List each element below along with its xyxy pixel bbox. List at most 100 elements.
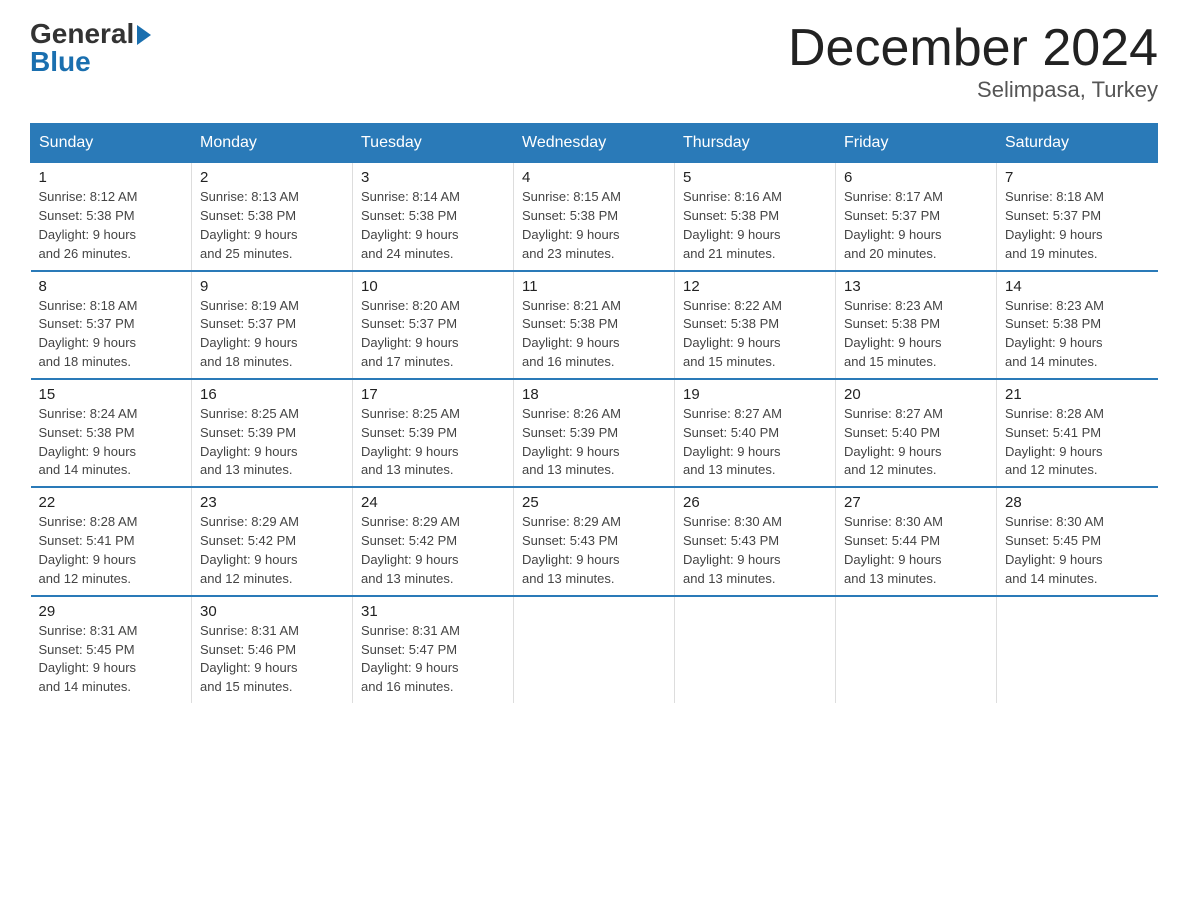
table-row: 2 Sunrise: 8:13 AM Sunset: 5:38 PM Dayli… — [192, 163, 353, 271]
page-header: General Blue December 2024 Selimpasa, Tu… — [30, 20, 1158, 103]
day-info: Sunrise: 8:12 AM Sunset: 5:38 PM Dayligh… — [39, 188, 184, 263]
table-row: 5 Sunrise: 8:16 AM Sunset: 5:38 PM Dayli… — [675, 163, 836, 271]
day-number: 10 — [361, 278, 505, 295]
day-number: 13 — [844, 278, 988, 295]
day-number: 31 — [361, 603, 505, 620]
table-row — [997, 596, 1158, 703]
title-block: December 2024 Selimpasa, Turkey — [788, 20, 1158, 103]
day-info: Sunrise: 8:28 AM Sunset: 5:41 PM Dayligh… — [1005, 405, 1150, 480]
day-info: Sunrise: 8:27 AM Sunset: 5:40 PM Dayligh… — [683, 405, 827, 480]
day-number: 21 — [1005, 386, 1150, 403]
calendar-subtitle: Selimpasa, Turkey — [788, 77, 1158, 103]
day-info: Sunrise: 8:18 AM Sunset: 5:37 PM Dayligh… — [39, 297, 184, 372]
day-info: Sunrise: 8:30 AM Sunset: 5:44 PM Dayligh… — [844, 513, 988, 588]
table-row: 8 Sunrise: 8:18 AM Sunset: 5:37 PM Dayli… — [31, 271, 192, 379]
table-row: 19 Sunrise: 8:27 AM Sunset: 5:40 PM Dayl… — [675, 379, 836, 487]
table-row: 17 Sunrise: 8:25 AM Sunset: 5:39 PM Dayl… — [353, 379, 514, 487]
day-info: Sunrise: 8:31 AM Sunset: 5:46 PM Dayligh… — [200, 622, 344, 697]
day-number: 11 — [522, 278, 666, 295]
day-info: Sunrise: 8:23 AM Sunset: 5:38 PM Dayligh… — [1005, 297, 1150, 372]
table-row: 12 Sunrise: 8:22 AM Sunset: 5:38 PM Dayl… — [675, 271, 836, 379]
day-info: Sunrise: 8:29 AM Sunset: 5:43 PM Dayligh… — [522, 513, 666, 588]
header-friday: Friday — [836, 124, 997, 163]
day-number: 24 — [361, 494, 505, 511]
day-info: Sunrise: 8:15 AM Sunset: 5:38 PM Dayligh… — [522, 188, 666, 263]
table-row: 11 Sunrise: 8:21 AM Sunset: 5:38 PM Dayl… — [514, 271, 675, 379]
day-number: 14 — [1005, 278, 1150, 295]
table-row: 6 Sunrise: 8:17 AM Sunset: 5:37 PM Dayli… — [836, 163, 997, 271]
day-number: 23 — [200, 494, 344, 511]
day-info: Sunrise: 8:30 AM Sunset: 5:45 PM Dayligh… — [1005, 513, 1150, 588]
day-info: Sunrise: 8:23 AM Sunset: 5:38 PM Dayligh… — [844, 297, 988, 372]
table-row: 29 Sunrise: 8:31 AM Sunset: 5:45 PM Dayl… — [31, 596, 192, 703]
day-info: Sunrise: 8:30 AM Sunset: 5:43 PM Dayligh… — [683, 513, 827, 588]
day-info: Sunrise: 8:31 AM Sunset: 5:45 PM Dayligh… — [39, 622, 184, 697]
day-info: Sunrise: 8:19 AM Sunset: 5:37 PM Dayligh… — [200, 297, 344, 372]
calendar-title: December 2024 — [788, 20, 1158, 77]
day-info: Sunrise: 8:29 AM Sunset: 5:42 PM Dayligh… — [200, 513, 344, 588]
calendar-week-row: 29 Sunrise: 8:31 AM Sunset: 5:45 PM Dayl… — [31, 596, 1158, 703]
day-number: 12 — [683, 278, 827, 295]
day-info: Sunrise: 8:27 AM Sunset: 5:40 PM Dayligh… — [844, 405, 988, 480]
header-thursday: Thursday — [675, 124, 836, 163]
calendar-week-row: 22 Sunrise: 8:28 AM Sunset: 5:41 PM Dayl… — [31, 487, 1158, 595]
day-number: 29 — [39, 603, 184, 620]
table-row: 18 Sunrise: 8:26 AM Sunset: 5:39 PM Dayl… — [514, 379, 675, 487]
day-number: 1 — [39, 169, 184, 186]
day-info: Sunrise: 8:25 AM Sunset: 5:39 PM Dayligh… — [200, 405, 344, 480]
table-row: 14 Sunrise: 8:23 AM Sunset: 5:38 PM Dayl… — [997, 271, 1158, 379]
calendar-week-row: 1 Sunrise: 8:12 AM Sunset: 5:38 PM Dayli… — [31, 163, 1158, 271]
table-row — [675, 596, 836, 703]
day-info: Sunrise: 8:13 AM Sunset: 5:38 PM Dayligh… — [200, 188, 344, 263]
day-number: 22 — [39, 494, 184, 511]
table-row: 7 Sunrise: 8:18 AM Sunset: 5:37 PM Dayli… — [997, 163, 1158, 271]
calendar-week-row: 15 Sunrise: 8:24 AM Sunset: 5:38 PM Dayl… — [31, 379, 1158, 487]
table-row: 16 Sunrise: 8:25 AM Sunset: 5:39 PM Dayl… — [192, 379, 353, 487]
day-info: Sunrise: 8:29 AM Sunset: 5:42 PM Dayligh… — [361, 513, 505, 588]
table-row: 25 Sunrise: 8:29 AM Sunset: 5:43 PM Dayl… — [514, 487, 675, 595]
day-number: 4 — [522, 169, 666, 186]
day-info: Sunrise: 8:18 AM Sunset: 5:37 PM Dayligh… — [1005, 188, 1150, 263]
day-number: 9 — [200, 278, 344, 295]
day-number: 26 — [683, 494, 827, 511]
header-wednesday: Wednesday — [514, 124, 675, 163]
day-info: Sunrise: 8:31 AM Sunset: 5:47 PM Dayligh… — [361, 622, 505, 697]
table-row: 31 Sunrise: 8:31 AM Sunset: 5:47 PM Dayl… — [353, 596, 514, 703]
table-row: 4 Sunrise: 8:15 AM Sunset: 5:38 PM Dayli… — [514, 163, 675, 271]
day-info: Sunrise: 8:22 AM Sunset: 5:38 PM Dayligh… — [683, 297, 827, 372]
day-number: 8 — [39, 278, 184, 295]
calendar-table: Sunday Monday Tuesday Wednesday Thursday… — [30, 123, 1158, 703]
header-sunday: Sunday — [31, 124, 192, 163]
day-number: 16 — [200, 386, 344, 403]
day-number: 20 — [844, 386, 988, 403]
header-tuesday: Tuesday — [353, 124, 514, 163]
calendar-week-row: 8 Sunrise: 8:18 AM Sunset: 5:37 PM Dayli… — [31, 271, 1158, 379]
day-info: Sunrise: 8:25 AM Sunset: 5:39 PM Dayligh… — [361, 405, 505, 480]
day-info: Sunrise: 8:14 AM Sunset: 5:38 PM Dayligh… — [361, 188, 505, 263]
table-row: 28 Sunrise: 8:30 AM Sunset: 5:45 PM Dayl… — [997, 487, 1158, 595]
day-info: Sunrise: 8:16 AM Sunset: 5:38 PM Dayligh… — [683, 188, 827, 263]
table-row: 15 Sunrise: 8:24 AM Sunset: 5:38 PM Dayl… — [31, 379, 192, 487]
day-info: Sunrise: 8:21 AM Sunset: 5:38 PM Dayligh… — [522, 297, 666, 372]
day-number: 15 — [39, 386, 184, 403]
table-row: 26 Sunrise: 8:30 AM Sunset: 5:43 PM Dayl… — [675, 487, 836, 595]
day-number: 6 — [844, 169, 988, 186]
calendar-header-row: Sunday Monday Tuesday Wednesday Thursday… — [31, 124, 1158, 163]
table-row — [836, 596, 997, 703]
day-number: 3 — [361, 169, 505, 186]
day-number: 2 — [200, 169, 344, 186]
day-number: 30 — [200, 603, 344, 620]
day-number: 19 — [683, 386, 827, 403]
day-info: Sunrise: 8:24 AM Sunset: 5:38 PM Dayligh… — [39, 405, 184, 480]
day-info: Sunrise: 8:28 AM Sunset: 5:41 PM Dayligh… — [39, 513, 184, 588]
day-number: 7 — [1005, 169, 1150, 186]
day-number: 27 — [844, 494, 988, 511]
table-row: 9 Sunrise: 8:19 AM Sunset: 5:37 PM Dayli… — [192, 271, 353, 379]
day-number: 25 — [522, 494, 666, 511]
day-info: Sunrise: 8:20 AM Sunset: 5:37 PM Dayligh… — [361, 297, 505, 372]
table-row: 10 Sunrise: 8:20 AM Sunset: 5:37 PM Dayl… — [353, 271, 514, 379]
logo-arrow-icon — [137, 25, 151, 45]
day-number: 17 — [361, 386, 505, 403]
logo: General Blue — [30, 20, 151, 76]
day-info: Sunrise: 8:26 AM Sunset: 5:39 PM Dayligh… — [522, 405, 666, 480]
